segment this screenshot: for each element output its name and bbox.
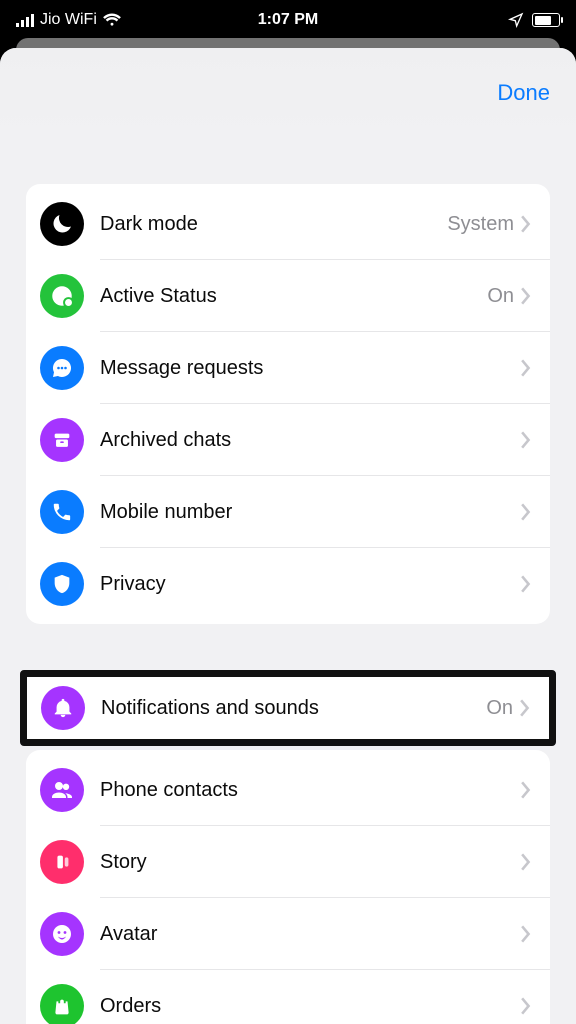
row-label: Privacy xyxy=(84,573,520,596)
row-label: Active Status xyxy=(84,285,487,308)
status-bar: Jio WiFi 1:07 PM xyxy=(0,0,576,40)
cellular-signal-icon xyxy=(16,13,34,27)
clock-time: 1:07 PM xyxy=(258,11,318,29)
shield-icon xyxy=(40,562,84,606)
moon-icon xyxy=(40,202,84,246)
chevron-right-icon xyxy=(520,781,550,799)
sheet-header: Done xyxy=(0,48,576,138)
row-active-status[interactable]: Active Status On xyxy=(26,260,550,332)
chevron-right-icon xyxy=(520,431,550,449)
chevron-right-icon xyxy=(520,853,550,871)
row-phone-contacts[interactable]: Phone contacts xyxy=(26,754,550,826)
status-left: Jio WiFi xyxy=(16,11,121,29)
people-icon xyxy=(40,768,84,812)
row-avatar[interactable]: Avatar xyxy=(26,898,550,970)
row-dark-mode[interactable]: Dark mode System xyxy=(26,188,550,260)
chevron-right-icon xyxy=(520,925,550,943)
chevron-right-icon xyxy=(520,359,550,377)
row-archived-chats[interactable]: Archived chats xyxy=(26,404,550,476)
story-icon xyxy=(40,840,84,884)
archive-box-icon xyxy=(40,418,84,462)
chevron-right-icon xyxy=(519,699,549,717)
row-label: Mobile number xyxy=(84,501,520,524)
carrier-label: Jio WiFi xyxy=(40,11,97,29)
status-right xyxy=(508,12,560,28)
settings-sheet: Done Dark mode System A xyxy=(0,48,576,1024)
row-message-requests[interactable]: Message requests xyxy=(26,332,550,404)
settings-group-1: Dark mode System Active Status On xyxy=(26,184,550,624)
row-value: System xyxy=(447,213,520,236)
phone-icon xyxy=(40,490,84,534)
row-label: Story xyxy=(84,851,520,874)
shopping-bag-icon xyxy=(40,984,84,1024)
location-icon xyxy=(508,12,524,28)
battery-icon xyxy=(532,13,560,27)
done-button[interactable]: Done xyxy=(497,80,550,106)
row-label: Archived chats xyxy=(84,429,520,452)
row-story[interactable]: Story xyxy=(26,826,550,898)
row-privacy[interactable]: Privacy xyxy=(26,548,550,620)
row-label: Orders xyxy=(84,995,520,1018)
row-orders[interactable]: Orders xyxy=(26,970,550,1024)
row-label: Avatar xyxy=(84,923,520,946)
chevron-right-icon xyxy=(520,997,550,1015)
avatar-face-icon xyxy=(40,912,84,956)
chat-bubble-icon xyxy=(40,346,84,390)
chevron-right-icon xyxy=(520,215,550,233)
chevron-right-icon xyxy=(520,287,550,305)
row-mobile-number[interactable]: Mobile number xyxy=(26,476,550,548)
wifi-icon xyxy=(103,13,121,27)
row-label: Phone contacts xyxy=(84,779,520,802)
bell-icon xyxy=(41,686,85,730)
row-label: Message requests xyxy=(84,357,520,380)
row-notifications-sounds[interactable]: Notifications and sounds On xyxy=(27,677,549,739)
row-label: Notifications and sounds xyxy=(85,697,486,720)
settings-group-2: Phone contacts Story Avatar xyxy=(26,750,550,1024)
row-value: On xyxy=(487,285,520,308)
row-label: Dark mode xyxy=(84,213,447,236)
chevron-right-icon xyxy=(520,575,550,593)
highlighted-notifications-row: Notifications and sounds On xyxy=(20,670,556,746)
chevron-right-icon xyxy=(520,503,550,521)
row-value: On xyxy=(486,697,519,720)
active-status-icon xyxy=(40,274,84,318)
